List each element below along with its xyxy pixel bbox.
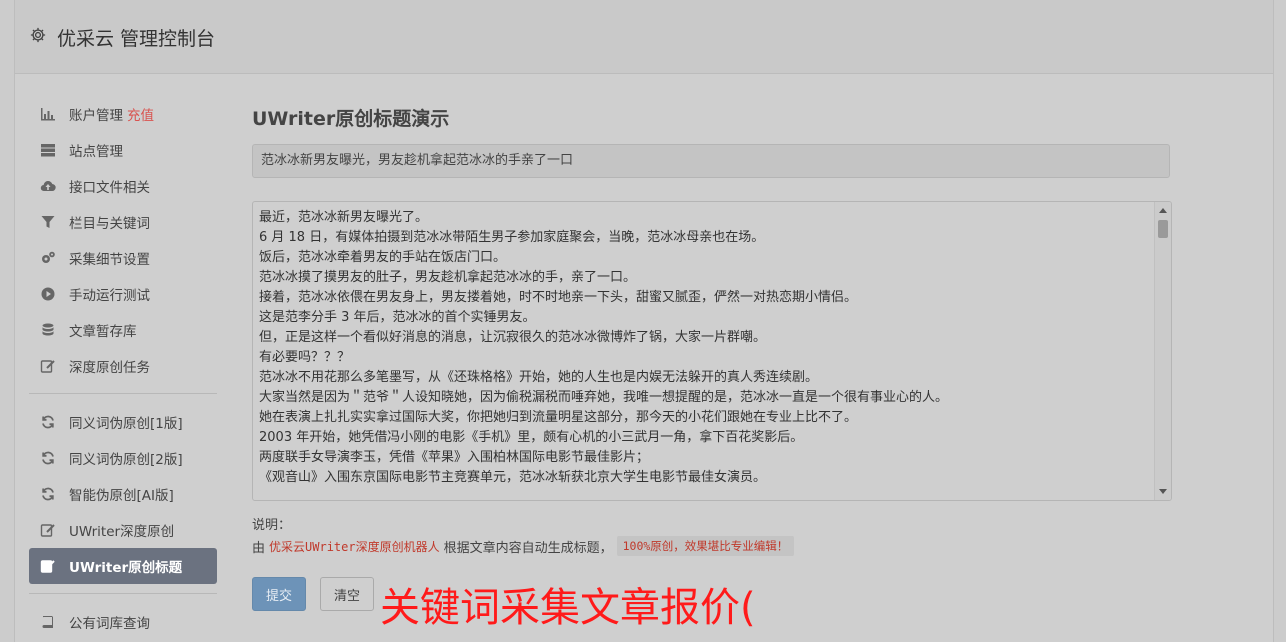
scroll-up-arrow-icon[interactable]	[1159, 208, 1167, 213]
sidebar-item-label: 同义词伪原创[1版]	[69, 416, 183, 432]
content-line: 这是范李分手 3 年后，范冰冰的首个实锤男友。	[259, 310, 536, 325]
sidebar-item-label: 栏目与关键词	[69, 216, 150, 232]
overlay-caption: 关键词采集文章报价(	[380, 585, 756, 631]
sidebar-item-columns-keywords[interactable]: 栏目与关键词	[29, 204, 217, 240]
uwriter-robot-link[interactable]: 优采云UWriter深度原创机器人	[269, 538, 440, 555]
sidebar-item-collect-settings[interactable]: 采集细节设置	[29, 240, 217, 276]
refresh-icon	[39, 413, 57, 431]
scroll-thumb[interactable]	[1158, 220, 1168, 238]
sidebar-item-label: 站点管理	[69, 144, 123, 160]
app-frame: 优采云 管理控制台 账户管理 充值 站点管理 接口文件相关 栏目与关键词 采集细…	[14, 0, 1274, 642]
article-content-textarea[interactable]: 最近，范冰冰新男友曝光了。 6 月 18 日，有媒体拍摄到范冰冰带陌生男子参加家…	[252, 201, 1172, 501]
top-header: 优采云 管理控制台	[15, 0, 1273, 74]
server-icon	[39, 141, 57, 159]
sidebar-item-label: 文章暂存库	[69, 324, 137, 340]
sidebar-item-label: 智能伪原创[AI版]	[69, 488, 174, 504]
sidebar-item-article-storage[interactable]: 文章暂存库	[29, 312, 217, 348]
sidebar-item-uwriter-title[interactable]: UWriter原创标题	[29, 548, 217, 584]
content-line: 她在表演上扎扎实实拿过国际大奖，你把她归到流量明星这部分，那今天的小花们跟她在专…	[259, 410, 858, 425]
sidebar-item-label: 账户管理	[69, 108, 123, 124]
sidebar-nav: 账户管理 充值 站点管理 接口文件相关 栏目与关键词 采集细节设置 手动运行测试…	[29, 96, 217, 640]
sidebar-item-deep-original-tasks[interactable]: 深度原创任务	[29, 348, 217, 384]
content-line: 两度联手女导演李玉，凭借《苹果》入围柏林国际电影节最佳影片；	[259, 450, 650, 465]
content-line: 接着，范冰冰依偎在男友身上，男友搂着她，时不时地亲一下头，甜蜜又腻歪，俨然一对热…	[259, 290, 858, 305]
content-line: 最近，范冰冰新男友曝光了。	[259, 210, 429, 225]
note-middle: 根据文章内容自动生成标题，	[443, 540, 613, 556]
main-content: UWriter原创标题演示 范冰冰新男友曝光，男友趁机拿起范冰冰的手亲了一口 最…	[252, 102, 1172, 631]
sidebar-divider	[29, 393, 217, 394]
edit-icon	[39, 357, 57, 375]
filter-icon	[39, 213, 57, 231]
content-line: 有必要吗？？？	[259, 350, 351, 365]
sidebar-item-label: 深度原创任务	[69, 360, 150, 376]
note-label: 说明：	[252, 518, 292, 533]
sidebar-item-manual-run[interactable]: 手动运行测试	[29, 276, 217, 312]
sidebar-item-synonym-v2[interactable]: 同义词伪原创[2版]	[29, 440, 217, 476]
content-line: 《观音山》入围东京国际电影节主竞赛单元，范冰冰斩获北京大学生电影节最佳女演员。	[259, 470, 767, 485]
brand: 优采云 管理控制台	[29, 24, 215, 50]
sidebar-item-label: 公有词库查询	[69, 616, 150, 632]
refresh-icon	[39, 449, 57, 467]
cogs-icon	[39, 249, 57, 267]
cloud-upload-icon	[39, 177, 57, 195]
article-content-lines: 最近，范冰冰新男友曝光了。 6 月 18 日，有媒体拍摄到范冰冰带陌生男子参加家…	[259, 208, 1154, 488]
content-line: 范冰冰不用花那么多笔墨写，从《还珠格格》开始，她的人生也是内娱无法躲开的真人秀连…	[259, 370, 819, 385]
sidebar-item-public-lexicon[interactable]: 公有词库查询	[29, 604, 217, 640]
content-line: 2003 年开始，她凭借冯小刚的电影《手机》里，颇有心机的小三武月一角，拿下百花…	[259, 430, 804, 445]
sidebar-item-interface-files[interactable]: 接口文件相关	[29, 168, 217, 204]
content-line: 范冰冰摸了摸男友的肚子，男友趁机拿起范冰冰的手，亲了一口。	[259, 270, 637, 285]
sidebar-item-label: UWriter深度原创	[69, 524, 175, 540]
sidebar-item-synonym-v1[interactable]: 同义词伪原创[1版]	[29, 404, 217, 440]
edit-icon	[39, 557, 57, 575]
page-title: UWriter原创标题演示	[252, 108, 450, 130]
sidebar-item-label: 同义词伪原创[2版]	[69, 452, 183, 468]
clear-button[interactable]: 清空	[320, 577, 374, 611]
sidebar-item-uwriter-deep[interactable]: UWriter深度原创	[29, 512, 217, 548]
bar-chart-icon	[39, 105, 57, 123]
sidebar-item-sites[interactable]: 站点管理	[29, 132, 217, 168]
app-title: 优采云 管理控制台	[57, 27, 216, 50]
note-highlight: 100%原创，效果堪比专业编辑！	[616, 536, 795, 556]
content-line: 6 月 18 日，有媒体拍摄到范冰冰带陌生男子参加家庭聚会，当晚，范冰冰母亲也在…	[259, 230, 765, 245]
content-line: 但，正是这样一个看似好消息的消息，让沉寂很久的范冰冰微博炸了锅，大家一片群嘲。	[259, 330, 767, 345]
database-icon	[39, 321, 57, 339]
book-icon	[39, 613, 57, 631]
submit-button[interactable]: 提交	[252, 577, 306, 611]
sidebar-divider	[29, 593, 217, 594]
edit-icon	[39, 521, 57, 539]
sidebar-item-ai-rewrite[interactable]: 智能伪原创[AI版]	[29, 476, 217, 512]
note-text: 由 优采云UWriter深度原创机器人 根据文章内容自动生成标题， 100%原创…	[252, 536, 795, 556]
scroll-down-arrow-icon[interactable]	[1159, 489, 1167, 494]
note-prefix: 由	[252, 540, 266, 556]
textarea-scrollbar[interactable]	[1154, 202, 1171, 500]
content-line: 饭后，范冰冰牵着男友的手站在饭店门口。	[259, 250, 507, 265]
generated-title-field[interactable]: 范冰冰新男友曝光，男友趁机拿起范冰冰的手亲了一口	[252, 144, 1170, 178]
recharge-link[interactable]: 充值	[127, 104, 154, 124]
play-circle-icon	[39, 285, 57, 303]
sidebar-item-label: 手动运行测试	[69, 288, 150, 304]
sidebar-item-account[interactable]: 账户管理 充值	[29, 96, 217, 132]
content-line: 大家当然是因为＂范爷＂人设知晓她，因为偷税漏税而唾弃她，我唯一想提醒的是，范冰冰…	[259, 390, 949, 405]
sidebar-item-label: 接口文件相关	[69, 180, 150, 196]
sidebar-item-label: 采集细节设置	[69, 252, 150, 268]
gear-icon	[29, 26, 47, 49]
sidebar-item-label: UWriter原创标题	[69, 560, 183, 576]
refresh-icon	[39, 485, 57, 503]
